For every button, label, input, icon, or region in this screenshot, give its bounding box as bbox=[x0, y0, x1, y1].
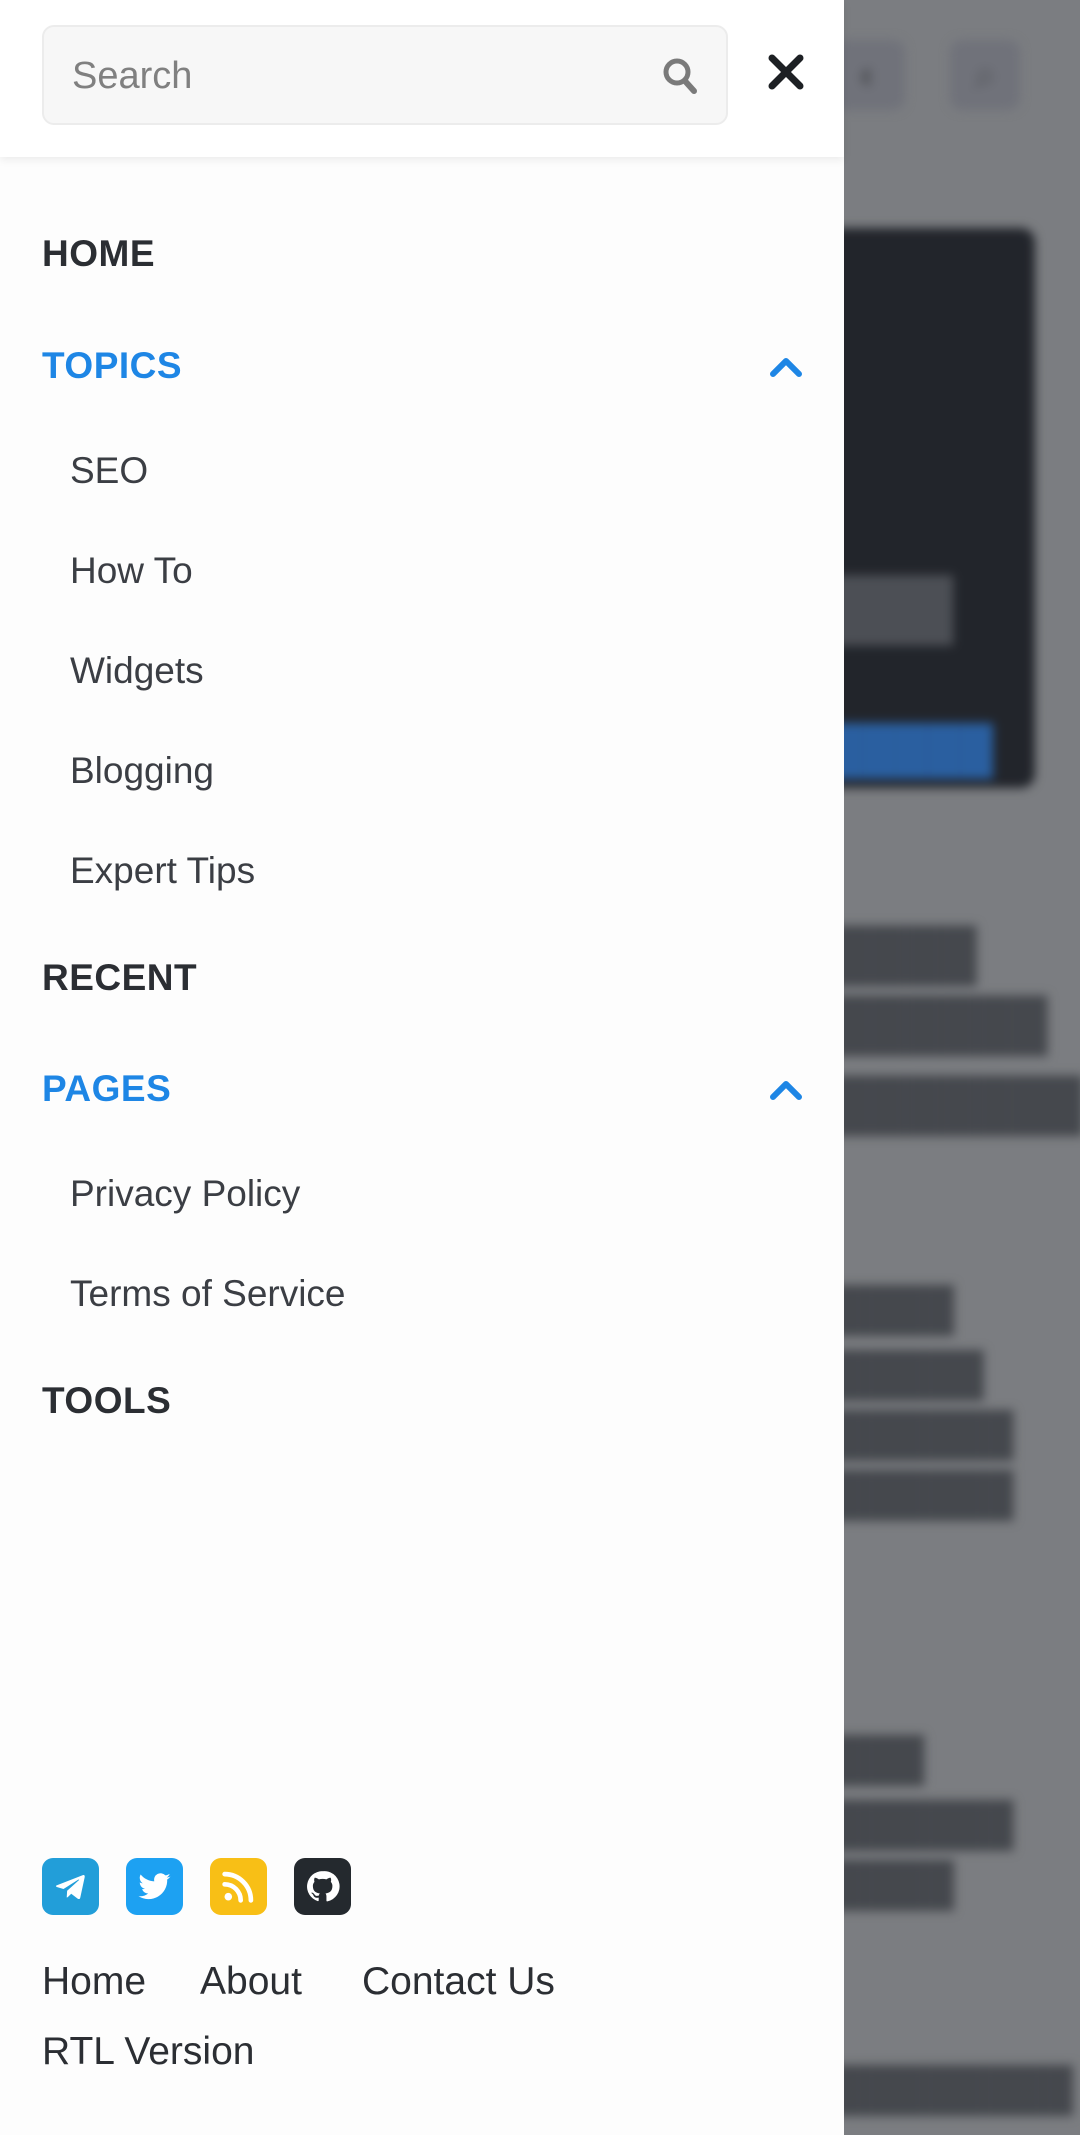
bg-paragraph-line: ████ bbox=[835, 1860, 955, 1907]
submenu-item-widgets[interactable]: Widgets bbox=[70, 650, 204, 692]
bg-paragraph-line: ███ bbox=[835, 1735, 925, 1782]
bg-theme-icon: ◐ bbox=[835, 40, 905, 110]
github-icon[interactable] bbox=[294, 1858, 351, 1915]
bg-paragraph-line: █████ bbox=[835, 1350, 984, 1397]
submenu-item-how-to[interactable]: How To bbox=[70, 550, 193, 592]
bg-paragraph-line: ██████ bbox=[835, 1800, 1014, 1847]
footer-link-contact-us[interactable]: Contact Us bbox=[362, 1960, 555, 2004]
drawer-header bbox=[0, 0, 844, 157]
submenu-item-seo[interactable]: SEO bbox=[70, 450, 148, 492]
footer-link-about[interactable]: About bbox=[200, 1960, 302, 2004]
footer-link-rtl-version[interactable]: RTL Version bbox=[42, 2030, 254, 2074]
bg-paragraph-line: ████ bbox=[835, 1285, 955, 1332]
chevron-up-icon[interactable] bbox=[766, 351, 806, 381]
rss-icon[interactable] bbox=[210, 1858, 267, 1915]
bg-heading-line: ██████ bbox=[835, 996, 1048, 1052]
search-input[interactable] bbox=[72, 49, 632, 103]
bg-card-link: █████ bbox=[830, 723, 993, 775]
nav-drawer: HOME TOPICS SEO How To Widgets Blogging … bbox=[0, 0, 844, 2135]
submenu-item-blogging[interactable]: Blogging bbox=[70, 750, 214, 792]
nav-recent[interactable]: RECENT bbox=[42, 957, 197, 999]
submenu-item-privacy-policy[interactable]: Privacy Policy bbox=[70, 1173, 300, 1215]
chevron-up-icon[interactable] bbox=[766, 1074, 806, 1104]
twitter-icon[interactable] bbox=[126, 1858, 183, 1915]
footer-link-home[interactable]: Home bbox=[42, 1960, 146, 2004]
telegram-icon[interactable] bbox=[42, 1858, 99, 1915]
nav-home[interactable]: HOME bbox=[42, 233, 155, 275]
bg-card-text: ███ bbox=[830, 576, 954, 641]
nav-topics[interactable]: TOPICS bbox=[42, 345, 182, 387]
submenu-item-terms-of-service[interactable]: Terms of Service bbox=[70, 1273, 346, 1315]
bg-heading-line: ████ bbox=[835, 926, 977, 982]
search-icon[interactable] bbox=[662, 57, 698, 95]
search-box bbox=[42, 25, 728, 125]
bg-paragraph-line: ██████ bbox=[835, 1470, 1014, 1517]
bg-heading-line: ███████ bbox=[835, 1076, 1080, 1132]
nav-tools[interactable]: TOOLS bbox=[42, 1380, 171, 1422]
close-icon[interactable] bbox=[764, 50, 808, 94]
bg-paragraph-line: ████████ bbox=[835, 2065, 1074, 2112]
bg-paragraph-line: ██████ bbox=[835, 1410, 1014, 1457]
bg-search-icon: ⌕ bbox=[950, 40, 1020, 110]
nav-pages[interactable]: PAGES bbox=[42, 1068, 171, 1110]
submenu-item-expert-tips[interactable]: Expert Tips bbox=[70, 850, 255, 892]
